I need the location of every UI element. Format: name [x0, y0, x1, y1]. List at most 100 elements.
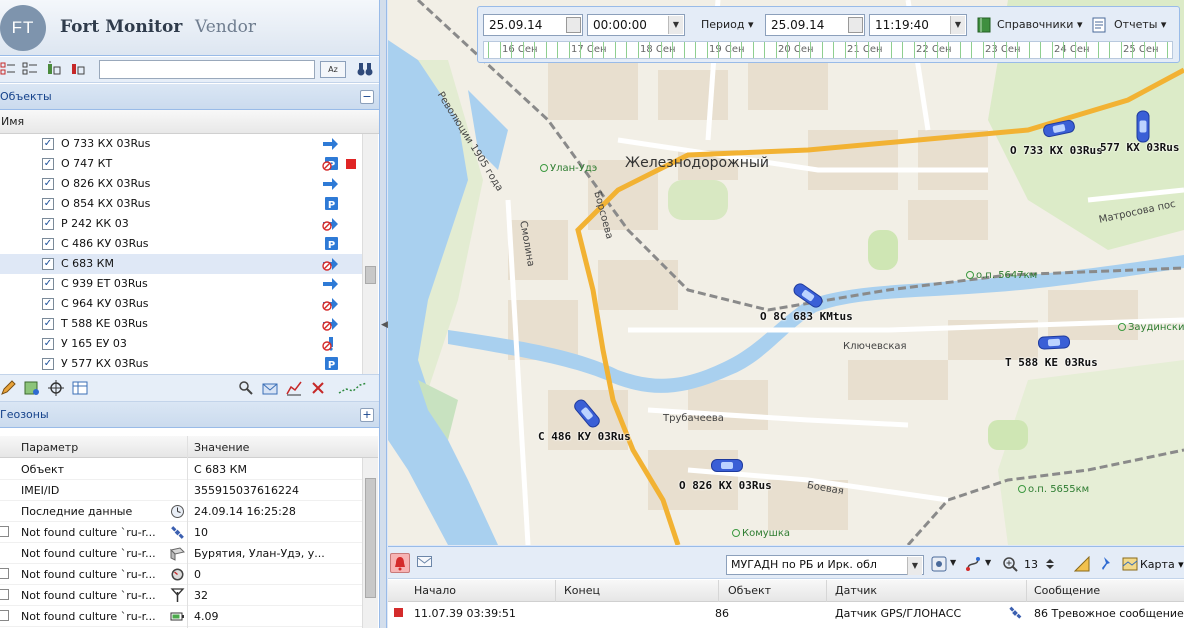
- object-checkbox[interactable]: ✓: [42, 338, 54, 350]
- layers-icon[interactable]: [931, 556, 947, 572]
- properties-scroll-thumb[interactable]: [365, 478, 376, 598]
- sort-button[interactable]: Az: [320, 61, 346, 78]
- warning-icon[interactable]: [322, 337, 339, 351]
- objects-panel-header[interactable]: Объекты −: [0, 84, 379, 110]
- col-message[interactable]: Сообщение: [1034, 584, 1100, 597]
- vehicle-marker-577[interactable]: [1136, 110, 1150, 143]
- vehicle-label-826[interactable]: О 826 КХ 03Rus: [679, 479, 772, 492]
- vehicle-marker-826[interactable]: [711, 459, 743, 472]
- objects-column-header[interactable]: Имя: [0, 110, 379, 134]
- track-icon[interactable]: [338, 380, 368, 396]
- col-object[interactable]: Объект: [728, 584, 771, 597]
- object-checkbox[interactable]: ✓: [42, 238, 54, 250]
- table-icon[interactable]: [72, 380, 88, 396]
- arrow-right-icon[interactable]: [322, 177, 339, 191]
- property-row[interactable]: IMEI/ID 355915037616224: [0, 480, 362, 501]
- object-checkbox[interactable]: ✓: [42, 198, 54, 210]
- track-delete-icon[interactable]: [310, 380, 326, 396]
- group-remove-icon[interactable]: [70, 61, 86, 77]
- col-end[interactable]: Конец: [564, 584, 600, 597]
- panel-splitter[interactable]: ◀: [380, 0, 388, 628]
- edit-icon[interactable]: [0, 380, 16, 396]
- checklist-icon[interactable]: [0, 61, 16, 77]
- group-add-icon[interactable]: [46, 61, 62, 77]
- arrow-right-icon[interactable]: [322, 277, 339, 291]
- object-checkbox[interactable]: ✓: [42, 218, 54, 230]
- vehicle-label-486[interactable]: С 486 КУ 03Rus: [538, 430, 631, 443]
- mail-button[interactable]: [417, 556, 432, 567]
- zoom-icon[interactable]: [1002, 556, 1018, 572]
- binoculars-icon[interactable]: [356, 61, 374, 77]
- arrow-blocked-icon[interactable]: [322, 217, 339, 231]
- layer-dropdown-icon[interactable]: ▼: [907, 557, 922, 575]
- references-menu[interactable]: Справочники ▾: [997, 18, 1082, 31]
- arrow-blocked-icon[interactable]: [322, 317, 339, 331]
- object-row[interactable]: ✓ О 747 КТ P: [0, 154, 362, 174]
- objects-scroll-thumb[interactable]: [365, 266, 376, 284]
- geozones-expand-button[interactable]: +: [360, 408, 374, 422]
- property-row[interactable]: Not found culture `ru-r... 0: [0, 564, 362, 585]
- object-checkbox[interactable]: ✓: [42, 138, 54, 150]
- reports-menu[interactable]: Отчеты ▾: [1114, 18, 1166, 31]
- parking-icon[interactable]: P: [322, 357, 339, 371]
- property-row[interactable]: Последние данные 24.09.14 16:25:28: [0, 501, 362, 522]
- object-checkbox[interactable]: ✓: [42, 318, 54, 330]
- col-sensor[interactable]: Датчик: [835, 584, 877, 597]
- object-row[interactable]: ✓ О 826 КХ 03Rus: [0, 174, 362, 194]
- date-from-calendar-icon[interactable]: [566, 17, 581, 33]
- search-person-icon[interactable]: [238, 380, 254, 396]
- ruler-icon[interactable]: [1074, 556, 1090, 572]
- properties-scrollbar[interactable]: [362, 458, 378, 628]
- arrow-blocked-icon[interactable]: [322, 257, 339, 271]
- object-checkbox[interactable]: ✓: [42, 278, 54, 290]
- arrow-right-icon[interactable]: [322, 137, 339, 151]
- zoom-spinner-icon[interactable]: [1042, 556, 1058, 572]
- vehicle-label-733[interactable]: О 733 КХ 03Rus: [1010, 144, 1103, 157]
- vehicle-label-577[interactable]: 577 КХ 03Rus: [1100, 141, 1179, 154]
- layer-select[interactable]: МУГАДН по РБ и Ирк. обл ▼: [726, 555, 924, 575]
- route-dropdown-icon[interactable]: ▼: [985, 558, 991, 567]
- map-type-icon[interactable]: [1122, 556, 1138, 572]
- timeline-day[interactable]: 17 Сен: [571, 44, 607, 55]
- object-row[interactable]: ✓ Т 588 КЕ 03Rus: [0, 314, 362, 334]
- alert-square-icon[interactable]: [346, 159, 356, 169]
- chart-icon[interactable]: [286, 380, 302, 396]
- parking-blocked-icon[interactable]: P: [322, 157, 339, 171]
- timeline-day[interactable]: 19 Сен: [709, 44, 745, 55]
- period-menu[interactable]: Период ▾: [701, 18, 754, 31]
- vehicle-marker-588[interactable]: [1037, 335, 1071, 350]
- layers-dropdown-icon[interactable]: ▼: [950, 558, 956, 567]
- map-type-menu[interactable]: Карта ▾: [1140, 558, 1184, 571]
- col-start[interactable]: Начало: [414, 584, 456, 597]
- property-checkbox[interactable]: [0, 610, 9, 621]
- vehicle-label-683[interactable]: О 8С 683 КМtus: [760, 310, 853, 323]
- property-row[interactable]: Объект С 683 КМ: [0, 459, 362, 480]
- object-row[interactable]: ✓ У 577 КХ 03Rus P: [0, 354, 362, 374]
- property-checkbox[interactable]: [0, 526, 9, 537]
- timeline-day[interactable]: 23 Сен: [985, 44, 1021, 55]
- object-row[interactable]: ✓ С 683 КМ: [0, 254, 362, 274]
- parking-icon[interactable]: P: [322, 197, 339, 211]
- map-view[interactable]: Железнодорожный Революции 1905 года Борс…: [388, 0, 1184, 545]
- list-tree-icon[interactable]: [22, 61, 38, 77]
- time-to-field[interactable]: 11:19:40 ▼: [869, 14, 967, 36]
- property-checkbox[interactable]: [0, 568, 9, 579]
- collapse-left-icon[interactable]: ◀: [381, 320, 388, 330]
- property-row[interactable]: Not found culture `ru-r... Бурятия, Улан-…: [0, 543, 362, 564]
- arrow-blocked-icon[interactable]: [322, 297, 339, 311]
- objects-scrollbar[interactable]: [362, 134, 378, 374]
- object-row[interactable]: ✓ С 964 КУ 03Rus: [0, 294, 362, 314]
- vehicle-label-588[interactable]: Т 588 КЕ 03Rus: [1005, 356, 1098, 369]
- alarm-bell-button[interactable]: [390, 553, 410, 573]
- object-row[interactable]: ✓ У 165 ЕУ 03: [0, 334, 362, 354]
- timeline-day[interactable]: 25 Сен: [1123, 44, 1159, 55]
- time-to-dropdown-icon[interactable]: ▼: [950, 16, 965, 34]
- timeline-day[interactable]: 21 Сен: [847, 44, 883, 55]
- object-checkbox[interactable]: ✓: [42, 178, 54, 190]
- property-checkbox[interactable]: [0, 589, 9, 600]
- timeline-day[interactable]: 24 Сен: [1054, 44, 1090, 55]
- timeline-day[interactable]: 18 Сен: [640, 44, 676, 55]
- objects-search-input[interactable]: [99, 60, 315, 79]
- pin-icon[interactable]: [1098, 556, 1114, 572]
- timeline-day[interactable]: 16 Сен: [502, 44, 538, 55]
